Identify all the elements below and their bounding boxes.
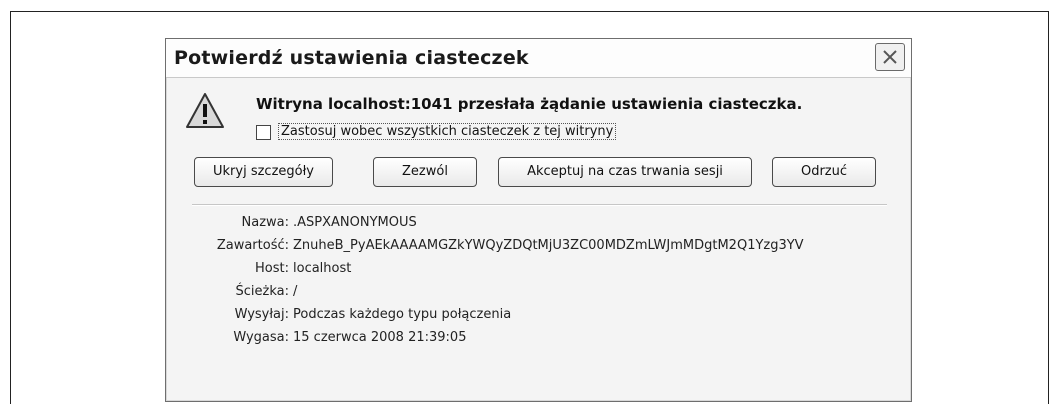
detail-label: Wygasa: xyxy=(233,330,289,345)
detail-row-send: Wysyłaj: Podczas każdego typu połączenia xyxy=(166,307,911,327)
detail-value: Podczas każdego typu połączenia xyxy=(293,307,512,322)
detail-label: Nazwa: xyxy=(241,215,290,230)
detail-label: Zawartość: xyxy=(216,238,289,253)
detail-value: localhost xyxy=(293,261,352,276)
detail-label: Wysyłaj: xyxy=(234,307,289,322)
hide-details-label: Ukryj szczegóły xyxy=(213,164,314,179)
deny-button[interactable]: Odrzuć xyxy=(772,157,876,187)
detail-row-expires: Wygasa: 15 czerwca 2008 21:39:05 xyxy=(166,330,911,350)
accept-session-label: Akceptuj na czas trwania sesji xyxy=(527,164,723,179)
detail-label: Ścieżka: xyxy=(235,284,289,299)
cookie-message: Witryna localhost:1041 przesłała żądanie… xyxy=(256,95,803,113)
apply-all-checkbox-label[interactable]: Zastosuj wobec wszystkich ciasteczek z t… xyxy=(278,123,617,140)
detail-value: .ASPXANONYMOUS xyxy=(293,215,417,230)
hide-details-button[interactable]: Ukryj szczegóły xyxy=(194,157,333,187)
allow-button[interactable]: Zezwól xyxy=(373,157,477,187)
details-divider xyxy=(192,204,887,206)
detail-value: 15 czerwca 2008 21:39:05 xyxy=(293,330,467,345)
detail-value: / xyxy=(293,284,298,299)
accept-session-button[interactable]: Akceptuj na czas trwania sesji xyxy=(498,157,752,187)
deny-label: Odrzuć xyxy=(800,164,848,179)
close-button[interactable] xyxy=(875,43,905,71)
cookie-confirm-dialog: Potwierdź ustawienia ciasteczek Witryna … xyxy=(165,38,912,402)
detail-row-name: Nazwa: .ASPXANONYMOUS xyxy=(166,215,911,235)
warning-icon xyxy=(186,93,224,128)
close-icon xyxy=(883,50,897,64)
allow-label: Zezwól xyxy=(402,164,448,179)
detail-row-path: Ścieżka: / xyxy=(166,284,911,304)
detail-row-content: Zawartość: ZnuheB_PyAEkAAAAMGZkYWQyZDQtM… xyxy=(166,238,911,258)
detail-value: ZnuheB_PyAEkAAAAMGZkYWQyZDQtMjU3ZC00MDZm… xyxy=(293,238,804,253)
detail-label: Host: xyxy=(255,261,289,276)
dialog-title: Potwierdź ustawienia ciasteczek xyxy=(174,47,529,69)
title-bar: Potwierdź ustawienia ciasteczek xyxy=(166,39,911,78)
apply-all-checkbox[interactable] xyxy=(256,125,271,140)
detail-row-host: Host: localhost xyxy=(166,261,911,281)
